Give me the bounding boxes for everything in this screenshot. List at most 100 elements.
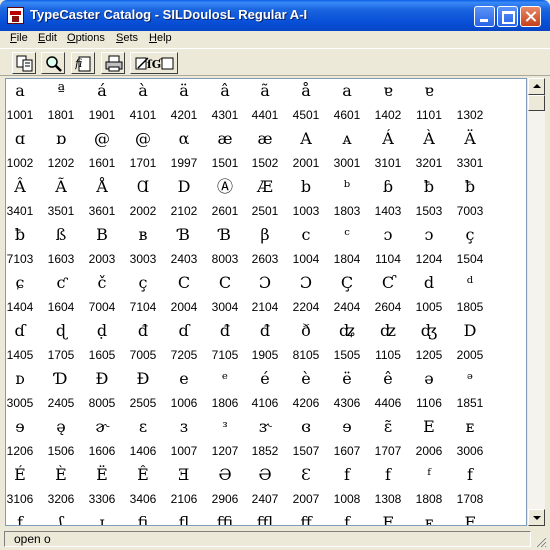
glyph-cell[interactable]: ɐ [368,81,408,101]
vertical-scrollbar[interactable] [528,78,545,526]
title-bar[interactable]: TypeCaster Catalog - SILDoulosL Regular … [0,0,550,31]
glyph-cell[interactable]: Á [368,129,408,149]
find-button[interactable] [41,52,65,74]
close-button[interactable] [520,6,541,27]
glyph-cell[interactable]: ê [368,369,408,389]
glyph-cell[interactable]: F [368,513,408,525]
glyph-cell[interactable]: Ç [327,273,367,293]
glyph-cell[interactable]: ᴇ [450,417,490,437]
glyph-cell[interactable]: f [327,465,367,485]
glyph-cell[interactable]: ﬃ [205,513,245,525]
menu-edit[interactable]: Edit [38,32,57,44]
glyph-cell[interactable]: ḍ [82,321,122,341]
glyph-cell[interactable]: ä [164,81,204,101]
scroll-down-button[interactable] [528,509,545,526]
glyph-cell[interactable]: ɒ [41,129,81,149]
glyph-cell[interactable]: Å [82,177,122,197]
glyph-cell[interactable]: Ɖ [123,369,163,389]
glyph-cell[interactable]: F [450,513,490,525]
glyph-cell[interactable]: é [245,369,285,389]
glyph-cell[interactable]: ɑ [6,129,40,149]
glyph-cell[interactable]: Ã [41,177,81,197]
app-icon[interactable] [7,7,24,24]
glyph-cell[interactable]: @ [123,129,163,149]
glyph-cell[interactable]: Ə [245,465,285,485]
glyph-cell[interactable]: f [368,465,408,485]
glyph-cell[interactable]: b [286,177,326,197]
tools-button[interactable]: ſƓ [130,52,178,74]
glyph-cell[interactable]: ð [286,321,326,341]
glyph-cell[interactable]: f [450,465,490,485]
glyph-cell[interactable]: ɛ [123,417,163,437]
glyph-cell[interactable]: @ [82,129,122,149]
glyph-cell[interactable]: ã [245,81,285,101]
glyph-cell[interactable]: a [6,81,40,101]
glyph-cell[interactable]: ƀ [450,177,490,197]
glyph-cell[interactable]: æ [245,129,285,149]
glyph-cell[interactable]: ɜ [164,417,204,437]
glyph-cell[interactable]: À [409,129,449,149]
glyph-cell[interactable]: Ɓ [205,225,245,245]
glyph-cell[interactable]: A [286,129,326,149]
glyph-cell[interactable]: ʃ [41,513,81,525]
glyph-catalog[interactable]: a 1001 ª 1801 á 1901 à 4101 ä 4201 â 4301 ã 4401 å 4501… [5,78,527,526]
glyph-cell[interactable]: č [82,273,122,293]
glyph-cell[interactable]: á [82,81,122,101]
glyph-cell[interactable]: ɛ̃ [368,417,408,437]
print-button[interactable] [101,52,125,74]
glyph-cell[interactable]: a [327,81,367,101]
glyph-cell[interactable]: ʙ [123,225,163,245]
glyph-cell[interactable]: ə [409,369,449,389]
glyph-cell[interactable]: ß [41,225,81,245]
glyph-cell[interactable]: d [409,273,449,293]
glyph-cell[interactable]: Đ [82,369,122,389]
glyph-cell[interactable]: ᵉ [205,369,245,389]
glyph-cell[interactable]: Ɔ [286,273,326,293]
copy-button[interactable] [12,52,36,74]
glyph-cell[interactable]: ɪ [82,513,122,525]
glyph-cell[interactable]: Ƈ [368,273,408,293]
glyph-cell[interactable]: ɞ [286,417,326,437]
scroll-thumb[interactable] [528,95,545,111]
glyph-cell[interactable]: ɓ [368,177,408,197]
glyph-cell[interactable]: α [164,129,204,149]
glyph-cell[interactable]: đ [245,321,285,341]
glyph-cell[interactable]: ɔ [409,225,449,245]
glyph-cell[interactable]: Ə [205,465,245,485]
glyph-cell[interactable]: ë [327,369,367,389]
glyph-cell[interactable]: E [409,417,449,437]
glyph-cell[interactable]: đ [123,321,163,341]
glyph-cell[interactable]: D [164,177,204,197]
glyph-cell[interactable]: ﬀ [286,513,326,525]
glyph-cell[interactable]: ɝ [245,417,285,437]
glyph-cell[interactable]: ç [123,273,163,293]
glyph-cell[interactable]: É [6,465,40,485]
glyph-cell[interactable]: ᴀ [327,129,367,149]
glyph-cell[interactable]: ᴅ [6,369,40,389]
glyph-cell[interactable]: ᵊ [450,369,490,389]
glyph-cell[interactable]: Ɗ [41,369,81,389]
glyph-cell[interactable]: Ɔ [245,273,285,293]
glyph-cell[interactable]: È [41,465,81,485]
glyph-cell[interactable]: ɚ [82,417,122,437]
glyph-cell[interactable]: å [286,81,326,101]
glyph-cell[interactable]: Â [6,177,40,197]
glyph-cell[interactable]: ª [41,81,81,101]
glyph-cell[interactable]: β [245,225,285,245]
glyph-cell[interactable]: C [205,273,245,293]
glyph-cell[interactable]: ɘ [6,417,40,437]
glyph-cell[interactable]: ɐ [409,81,449,101]
glyph-cell[interactable]: Ɛ [286,465,326,485]
glyph-cell[interactable]: à [123,81,163,101]
glyph-cell[interactable]: D [450,321,490,341]
glyph-cell[interactable]: Ⓐ [205,177,245,197]
glyph-cell[interactable]: ɗ [6,321,40,341]
glyph-cell[interactable]: ᵇ [327,177,367,197]
glyph-cell[interactable]: ﬂ [164,513,204,525]
glyph-cell[interactable]: Ä [450,129,490,149]
glyph-cell[interactable]: ꜰ [409,513,449,525]
glyph-cell[interactable]: ƒ [327,513,367,525]
resize-grip-icon[interactable] [533,534,547,548]
glyph-cell[interactable]: ᶜ [327,225,367,245]
glyph-cell[interactable]: Ɓ [164,225,204,245]
